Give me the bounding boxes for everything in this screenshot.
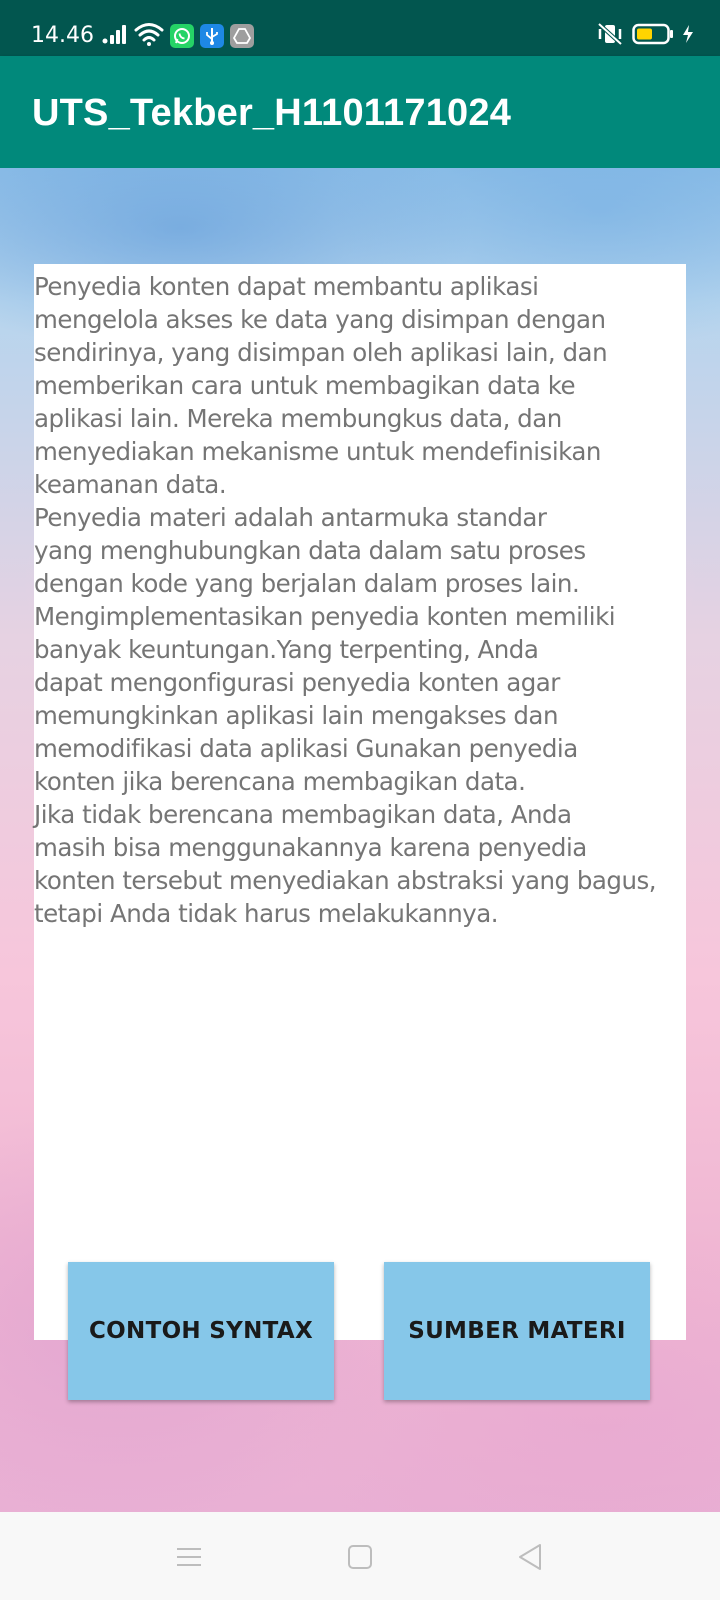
navigation-bar: [0, 1512, 720, 1600]
usb-icon: [200, 24, 224, 48]
home-square-icon[interactable]: [345, 1542, 375, 1572]
vibrate-icon: [596, 22, 624, 51]
signal-icon: [102, 24, 128, 49]
status-icons-left: [102, 22, 254, 50]
drive-icon: [230, 24, 254, 48]
battery-icon: [632, 23, 674, 50]
charging-icon: [682, 24, 694, 49]
body-text: Penyedia konten dapat membantu aplikasi …: [34, 272, 657, 928]
app-bar: UTS_Tekber_H1101171024: [0, 56, 720, 168]
whatsapp-icon: [170, 24, 194, 48]
wifi-icon: [134, 22, 164, 51]
app-title: UTS_Tekber_H1101171024: [32, 92, 512, 134]
contoh-syntax-button[interactable]: CONTOH SYNTAX: [68, 1262, 334, 1400]
status-time: 14.46: [31, 23, 94, 48]
content-card[interactable]: Penyedia konten dapat membantu aplikasi …: [34, 264, 686, 1340]
status-bar: 14.46: [0, 0, 720, 56]
back-triangle-icon[interactable]: [515, 1542, 545, 1572]
menu-icon[interactable]: [174, 1542, 204, 1572]
status-icons-right: [596, 22, 694, 50]
sumber-materi-button[interactable]: SUMBER MATERI: [384, 1262, 650, 1400]
